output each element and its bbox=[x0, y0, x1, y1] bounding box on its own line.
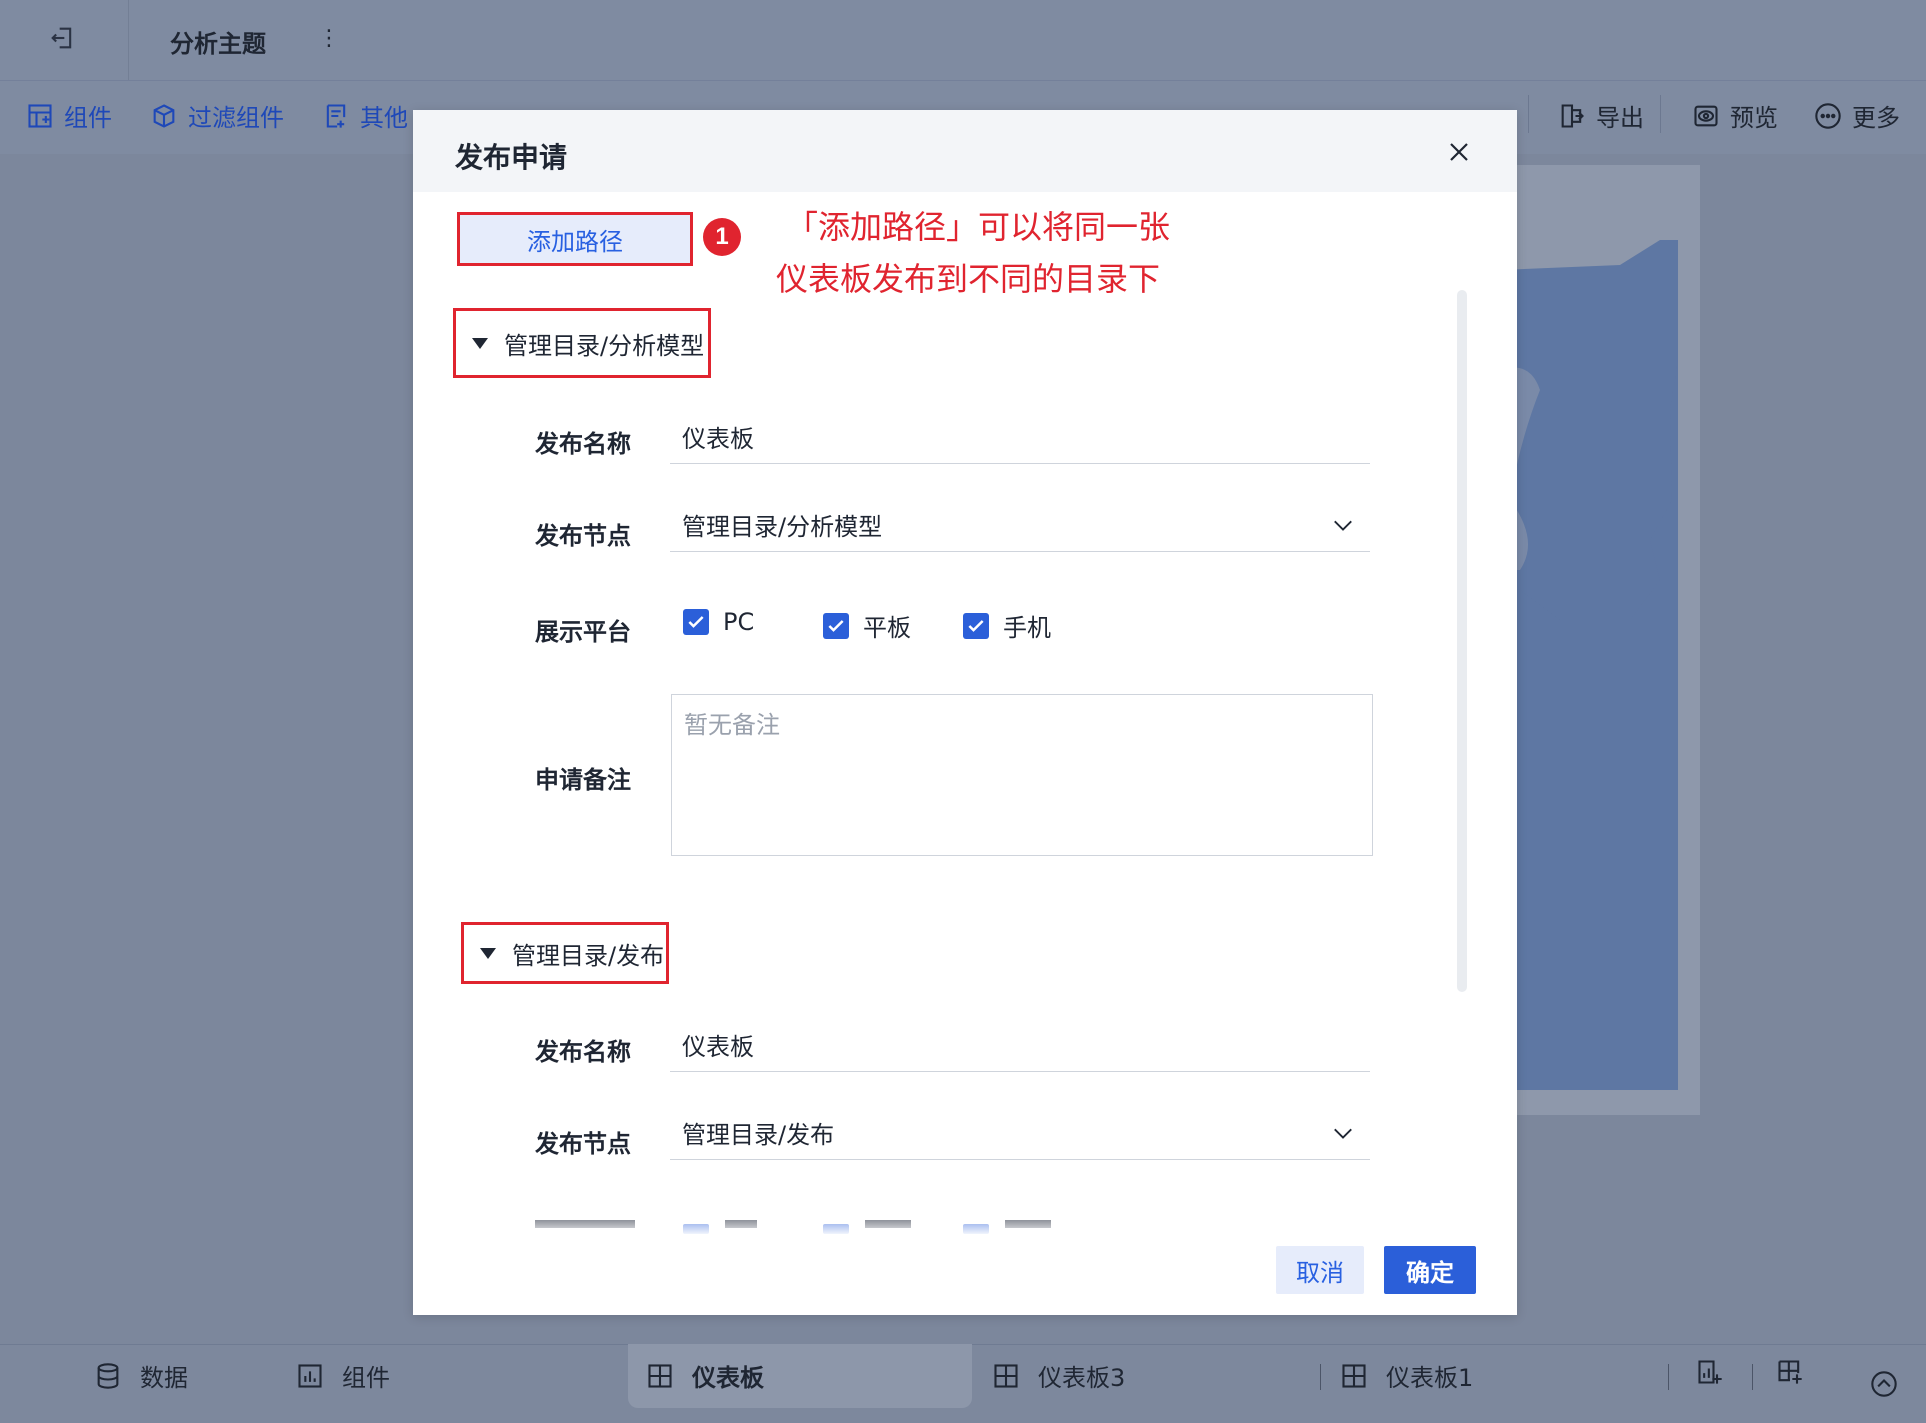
publish-name-label: 发布名称 bbox=[535, 430, 631, 458]
step-badge: 1 bbox=[703, 218, 741, 256]
toolbar-more-button[interactable]: 更多 bbox=[1814, 98, 1900, 133]
tab-data-label: 数据 bbox=[140, 1364, 188, 1392]
toolbar-export-button[interactable]: 导出 bbox=[1558, 98, 1644, 133]
preview-eye-icon bbox=[1694, 105, 1718, 126]
platform-label: 展示平台 bbox=[535, 618, 631, 646]
toolbar-preview-label: 预览 bbox=[1730, 104, 1778, 132]
checkbox-checked-icon bbox=[963, 612, 989, 639]
top-bar bbox=[0, 0, 1926, 80]
remark-placeholder: 暂无备注 bbox=[684, 711, 780, 739]
tab-dashboard1-label: 仪表板1 bbox=[1386, 1364, 1474, 1392]
close-icon[interactable] bbox=[1447, 140, 1471, 164]
tab-data[interactable]: 数据 bbox=[94, 1358, 188, 1393]
dashboard-grid-icon bbox=[648, 1363, 672, 1388]
toolbar-other-button[interactable]: 其他 bbox=[322, 98, 408, 133]
filter-cube-icon bbox=[153, 103, 175, 128]
publish-request-dialog: 发布申请 添加路径 1 「添加路径」可以将同一张 仪表板发布到不同的目录下 管理… bbox=[413, 110, 1517, 1315]
database-icon bbox=[97, 1362, 119, 1389]
section-header-label: 管理目录/发布 bbox=[512, 941, 665, 970]
publish-name-value: 仪表板 bbox=[682, 425, 754, 453]
divider bbox=[1320, 1364, 1321, 1390]
publish-name-input[interactable]: 仪表板 bbox=[670, 1018, 1370, 1072]
toolbar-filter-label: 过滤组件 bbox=[188, 104, 284, 132]
tab-dashboard-label: 仪表板 bbox=[692, 1364, 764, 1392]
platform-pc-label: PC bbox=[723, 608, 755, 636]
section-toggle-analysis-model[interactable]: 管理目录/分析模型 bbox=[453, 308, 711, 378]
publish-node-select[interactable]: 管理目录/发布 bbox=[670, 1106, 1370, 1160]
back-icon[interactable] bbox=[48, 24, 78, 54]
tab-dashboard3[interactable]: 仪表板3 bbox=[992, 1358, 1125, 1393]
platform-checkbox-tablet[interactable]: 平板 bbox=[823, 608, 911, 643]
tab-dashboard1[interactable]: 仪表板1 bbox=[1340, 1358, 1473, 1393]
tab-dashboard3-label: 仪表板3 bbox=[1038, 1364, 1126, 1392]
platform-checkbox-pc[interactable]: PC bbox=[683, 608, 754, 636]
toolbar-more-label: 更多 bbox=[1852, 104, 1900, 132]
toolbar-component-label: 组件 bbox=[64, 104, 112, 132]
collapse-up-icon[interactable] bbox=[1870, 1370, 1900, 1400]
toolbar-preview-button[interactable]: 预览 bbox=[1692, 98, 1778, 133]
dialog-title: 发布申请 bbox=[455, 141, 568, 174]
annotation-text-line2: 仪表板发布到不同的目录下 bbox=[776, 260, 1161, 298]
section-toggle-publish[interactable]: 管理目录/发布 bbox=[461, 922, 669, 984]
dashboard-grid-icon bbox=[1342, 1363, 1366, 1388]
bar-chart-icon bbox=[298, 1363, 322, 1388]
divider bbox=[1752, 1364, 1753, 1390]
tab-dashboard[interactable]: 仪表板 bbox=[646, 1358, 764, 1393]
tab-component[interactable]: 组件 bbox=[296, 1358, 390, 1393]
export-icon bbox=[1561, 103, 1584, 128]
caret-down-icon bbox=[472, 337, 488, 349]
toolbar-other-label: 其他 bbox=[360, 104, 408, 132]
add-chart-tab-icon[interactable] bbox=[1696, 1358, 1726, 1388]
dashboard-grid-icon bbox=[994, 1363, 1018, 1388]
chevron-down-icon bbox=[1334, 1128, 1352, 1139]
kebab-menu-icon[interactable]: ⋮ bbox=[318, 26, 340, 51]
divider bbox=[1668, 1364, 1669, 1390]
component-icon bbox=[28, 103, 52, 128]
caret-down-icon bbox=[480, 947, 496, 959]
section-header-label: 管理目录/分析模型 bbox=[504, 331, 705, 360]
publish-name-label: 发布名称 bbox=[535, 1038, 631, 1066]
divider bbox=[1660, 95, 1661, 133]
publish-name-value: 仪表板 bbox=[682, 1033, 754, 1061]
toolbar-component-button[interactable]: 组件 bbox=[26, 98, 112, 133]
toolbar-export-label: 导出 bbox=[1596, 104, 1644, 132]
app-title: 分析主题 bbox=[170, 30, 266, 58]
map-visual bbox=[1500, 240, 1678, 1090]
divider bbox=[128, 0, 129, 80]
publish-node-label: 发布节点 bbox=[535, 522, 631, 550]
platform-tablet-label: 平板 bbox=[863, 614, 911, 642]
cancel-button[interactable]: 取消 bbox=[1276, 1246, 1364, 1294]
publish-name-input[interactable]: 仪表板 bbox=[670, 410, 1370, 464]
dialog-scrollbar[interactable] bbox=[1457, 290, 1467, 992]
platform-mobile-label: 手机 bbox=[1003, 614, 1051, 642]
annotation-text-line1: 「添加路径」可以将同一张 bbox=[786, 208, 1171, 246]
more-dots-icon bbox=[1815, 102, 1841, 129]
add-path-button[interactable]: 添加路径 bbox=[457, 212, 693, 266]
dialog-header bbox=[413, 110, 1517, 192]
remark-textarea[interactable]: 暂无备注 bbox=[671, 694, 1373, 856]
publish-node-value: 管理目录/分析模型 bbox=[682, 513, 883, 541]
divider bbox=[1528, 95, 1529, 133]
remark-label: 申请备注 bbox=[535, 766, 631, 794]
checkbox-checked-icon bbox=[823, 612, 849, 639]
content-fade bbox=[413, 1206, 1517, 1236]
add-dashboard-tab-icon[interactable] bbox=[1776, 1358, 1806, 1388]
publish-node-label: 发布节点 bbox=[535, 1130, 631, 1158]
chevron-down-icon bbox=[1334, 520, 1352, 531]
tab-component-label: 组件 bbox=[342, 1364, 390, 1392]
platform-checkbox-mobile[interactable]: 手机 bbox=[963, 608, 1051, 643]
publish-node-value: 管理目录/发布 bbox=[682, 1121, 835, 1149]
checkbox-checked-icon bbox=[683, 609, 709, 635]
other-doc-icon bbox=[326, 103, 346, 128]
publish-node-select[interactable]: 管理目录/分析模型 bbox=[670, 498, 1370, 552]
confirm-button[interactable]: 确定 bbox=[1384, 1246, 1476, 1294]
toolbar-filter-button[interactable]: 过滤组件 bbox=[150, 98, 284, 133]
